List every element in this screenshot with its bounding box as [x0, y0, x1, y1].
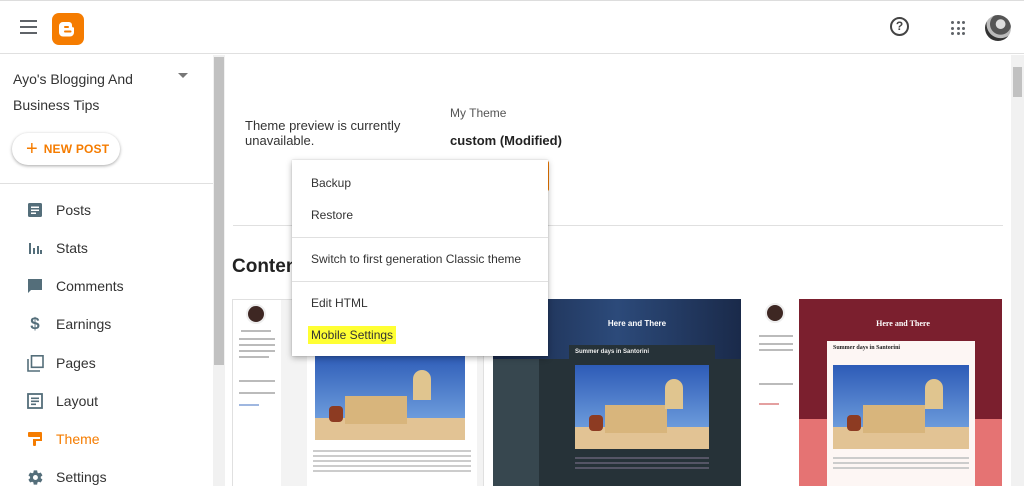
- menu-divider: [292, 281, 548, 282]
- sidebar-item-label: Theme: [56, 431, 100, 447]
- menu-item-restore[interactable]: Restore: [292, 199, 548, 231]
- sidebar-item-stats[interactable]: Stats: [0, 230, 213, 266]
- profile-photo: [246, 304, 266, 324]
- sidebar-item-label: Posts: [56, 202, 92, 218]
- gear-icon: [26, 468, 44, 486]
- contents-heading: Conten: [232, 256, 298, 277]
- card-sidebar: [233, 300, 281, 486]
- pages-icon: [26, 354, 44, 372]
- santorini-image: [575, 365, 709, 449]
- sidebar-item-earnings[interactable]: $ Earnings: [0, 306, 213, 342]
- card-blog-title: Here and There: [876, 319, 930, 328]
- menu-item-label: Mobile Settings: [308, 326, 397, 344]
- profile-photo: [765, 303, 785, 323]
- new-post-label: NEW POST: [43, 142, 110, 156]
- card-sidebar: [753, 299, 799, 486]
- new-post-button[interactable]: + NEW POST: [12, 133, 120, 165]
- sidebar-item-theme[interactable]: Theme: [0, 421, 213, 457]
- sidebar-item-layout[interactable]: Layout: [0, 383, 213, 419]
- blogger-logo-icon[interactable]: [52, 13, 84, 45]
- sidebar-item-comments[interactable]: Comments: [0, 268, 213, 304]
- card-post: Summer days in Santorini: [827, 341, 975, 486]
- blog-title[interactable]: Ayo's Blogging And Business Tips: [13, 66, 163, 118]
- sidebar-item-label: Earnings: [56, 316, 112, 332]
- santorini-image: [315, 354, 465, 440]
- card-post-title: Summer days in Santorini: [575, 349, 650, 355]
- sidebar: Ayo's Blogging And Business Tips + NEW P…: [0, 55, 213, 486]
- menu-item-backup[interactable]: Backup: [292, 167, 548, 199]
- sidebar-item-label: Pages: [56, 355, 96, 371]
- user-avatar[interactable]: [985, 15, 1011, 41]
- top-app-bar: ?: [0, 0, 1024, 54]
- apps-grid-icon[interactable]: [951, 21, 965, 35]
- main-scrollbar[interactable]: [1011, 55, 1024, 486]
- sidebar-item-label: Settings: [56, 469, 107, 485]
- sidebar-item-label: Stats: [56, 240, 88, 256]
- sidebar-item-label: Layout: [56, 393, 99, 409]
- preview-unavailable-text: Theme preview is currently unavailable.: [245, 118, 401, 148]
- santorini-image: [833, 365, 969, 449]
- dollar-icon: $: [30, 314, 40, 333]
- sidebar-item-settings[interactable]: Settings: [0, 459, 213, 495]
- hamburger-menu-icon[interactable]: [20, 20, 37, 34]
- menu-item-mobile-settings[interactable]: Mobile Settings: [292, 319, 548, 351]
- sidebar-item-label: Comments: [56, 278, 124, 294]
- theme-card-contempo-aqua[interactable]: Here and There Summer days in Santorini: [753, 299, 1002, 486]
- plus-icon: +: [26, 138, 38, 160]
- card-post: [307, 340, 477, 486]
- help-circle-icon[interactable]: ?: [890, 17, 909, 36]
- menu-item-edit-html[interactable]: Edit HTML: [292, 287, 548, 319]
- posts-icon: [26, 201, 44, 219]
- card-blog-title: Here and There: [607, 319, 667, 328]
- scrollbar-thumb[interactable]: [214, 57, 224, 365]
- scrollbar-thumb[interactable]: [1013, 67, 1022, 97]
- stats-icon: [26, 239, 44, 257]
- sidebar-scrollbar[interactable]: [213, 55, 225, 486]
- theme-options-menu: Backup Restore Switch to first generatio…: [292, 160, 548, 356]
- sidebar-item-posts[interactable]: Posts: [0, 192, 213, 228]
- card-post: Summer days in Santorini: [569, 345, 715, 486]
- layout-icon: [26, 392, 44, 410]
- theme-icon: [26, 430, 44, 448]
- comments-icon: [26, 277, 44, 295]
- chevron-down-icon[interactable]: [178, 73, 188, 78]
- my-theme-label: My Theme: [450, 106, 507, 120]
- card-post-title: Summer days in Santorini: [833, 345, 901, 351]
- my-theme-name: custom (Modified): [450, 133, 562, 148]
- menu-divider: [292, 237, 548, 238]
- sidebar-item-pages[interactable]: Pages: [0, 345, 213, 381]
- menu-item-switch-classic-theme[interactable]: Switch to first generation Classic theme: [292, 243, 548, 275]
- divider: [0, 183, 213, 184]
